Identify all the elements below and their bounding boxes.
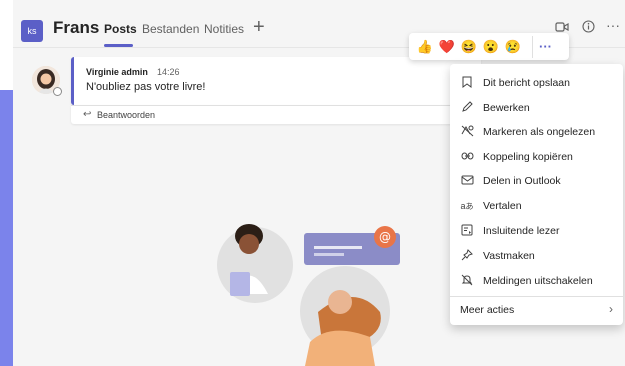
unread-icon xyxy=(459,125,475,140)
menu-item-label: Vastmaken xyxy=(483,250,535,262)
channel-title: Frans xyxy=(53,18,100,37)
message-text: N'oubliez pas votre livre! xyxy=(86,81,206,93)
presence-status-icon xyxy=(53,87,62,96)
menu-item-label: Meldingen uitschakelen xyxy=(483,275,593,287)
message-time: 14:26 xyxy=(157,67,180,77)
message-context-menu: Dit bericht opslaan Bewerken Markeren al… xyxy=(450,64,623,325)
bell-off-icon xyxy=(459,274,475,289)
app-left-strip xyxy=(0,90,13,366)
link-icon xyxy=(459,151,475,163)
reply-label: Beantwoorden xyxy=(97,110,156,120)
empty-state-illustration: @ xyxy=(217,224,400,366)
menu-item-pin[interactable]: Vastmaken xyxy=(450,244,623,268)
heart-reaction[interactable]: ❤️ xyxy=(436,36,458,58)
mail-icon xyxy=(459,175,475,188)
reaction-bar: 👍 ❤️ 😆 😮 😢 ··· xyxy=(409,33,569,60)
pencil-icon xyxy=(459,100,475,116)
menu-item-mark-unread[interactable]: Markeren als ongelezen xyxy=(450,120,623,144)
chevron-right-icon: › xyxy=(609,302,613,316)
menu-item-label: Dit bericht opslaan xyxy=(483,77,570,89)
laugh-reaction[interactable]: 😆 xyxy=(458,36,480,58)
menu-item-copy-link[interactable]: Koppeling kopiëren xyxy=(450,145,623,169)
menu-item-save[interactable]: Dit bericht opslaan xyxy=(450,71,623,95)
immersive-reader-icon xyxy=(459,224,475,239)
more-icon[interactable]: ··· xyxy=(606,17,620,33)
info-icon[interactable] xyxy=(582,20,595,36)
svg-text:@: @ xyxy=(379,230,391,244)
bookmark-icon xyxy=(459,76,475,91)
reply-icon: ↩ xyxy=(83,109,92,120)
message-card[interactable]: Virginie admin 14:26 N'oubliez pas votre… xyxy=(71,57,481,105)
menu-item-label: Insluitende lezer xyxy=(483,225,560,237)
more-options-button[interactable]: ··· xyxy=(532,35,558,58)
like-reaction[interactable]: 👍 xyxy=(414,36,436,58)
surprised-reaction[interactable]: 😮 xyxy=(480,36,502,58)
team-avatar[interactable]: ks xyxy=(21,20,43,42)
menu-item-share-outlook[interactable]: Delen in Outlook xyxy=(450,169,623,193)
menu-item-edit[interactable]: Bewerken xyxy=(450,96,623,120)
menu-item-label: Markeren als ongelezen xyxy=(483,126,596,138)
menu-item-translate[interactable]: aあ Vertalen xyxy=(450,194,623,218)
reply-button[interactable]: ↩ Beantwoorden xyxy=(71,105,481,124)
sad-reaction[interactable]: 😢 xyxy=(502,36,524,58)
menu-item-more-actions[interactable]: Meer acties › xyxy=(450,298,623,322)
menu-item-label: Bewerken xyxy=(483,102,530,114)
menu-divider xyxy=(450,296,623,297)
tab-bestanden[interactable]: Bestanden xyxy=(142,22,199,36)
active-tab-indicator xyxy=(104,44,133,47)
pin-icon xyxy=(459,248,475,264)
menu-item-label: Vertalen xyxy=(483,200,522,212)
tab-posts[interactable]: Posts xyxy=(104,22,137,36)
menu-item-label: Delen in Outlook xyxy=(483,175,561,187)
translate-icon: aあ xyxy=(460,200,474,211)
menu-item-label: Koppeling kopiëren xyxy=(483,151,573,163)
menu-item-immersive-reader[interactable]: Insluitende lezer xyxy=(450,219,623,243)
more-actions-label: Meer acties xyxy=(460,304,515,316)
message-author: Virginie admin xyxy=(86,67,148,77)
add-tab-button[interactable]: + xyxy=(253,16,265,39)
tab-notities[interactable]: Notities xyxy=(204,22,244,36)
menu-item-notifications-off[interactable]: Meldingen uitschakelen xyxy=(450,269,623,293)
